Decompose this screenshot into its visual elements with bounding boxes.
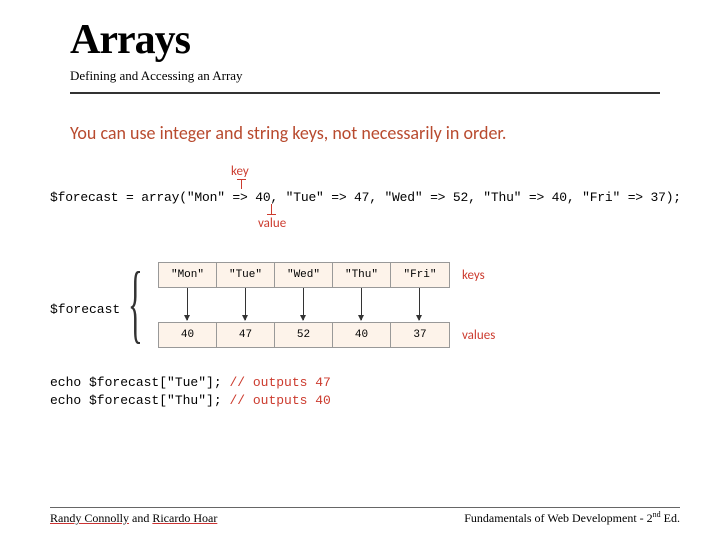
values-row: 40 47 52 40 37: [158, 322, 450, 348]
lead-text: You can use integer and string keys, not…: [70, 122, 720, 144]
arrow-icon: [361, 288, 362, 320]
value-tick-icon: [267, 214, 276, 215]
author-name: Randy Connolly: [50, 511, 129, 525]
value-cell: 40: [159, 323, 217, 347]
key-cell: "Wed": [275, 263, 333, 287]
book-title-b: Ed.: [661, 511, 680, 525]
keys-row: "Mon" "Tue" "Wed" "Thu" "Fri": [158, 262, 450, 288]
code-assignment: $forecast = array("Mon" => 40, "Tue" => …: [50, 190, 681, 205]
key-cell: "Thu": [333, 263, 391, 287]
value-tick-icon: [271, 204, 272, 214]
footer-authors: Randy Connolly and Ricardo Hoar: [50, 511, 217, 526]
footer-book: Fundamentals of Web Development - 2nd Ed…: [464, 510, 680, 526]
value-cell: 47: [217, 323, 275, 347]
array-visualization: $forecast { "Mon" "Tue" "Wed" "Thu" "Fri…: [50, 260, 650, 360]
arrow-icon: [303, 288, 304, 320]
echo-comment: // outputs 47: [229, 375, 330, 390]
page-title: Arrays: [70, 16, 720, 64]
key-cell: "Mon": [159, 263, 217, 287]
echo-code: echo $forecast["Tue"];: [50, 375, 229, 390]
slide: Arrays Defining and Accessing an Array Y…: [0, 0, 720, 540]
author-separator: and: [129, 511, 152, 525]
page-subtitle: Defining and Accessing an Array: [70, 68, 720, 84]
key-tick-icon: [241, 179, 242, 189]
variable-label: $forecast: [50, 302, 120, 317]
echo-code-block: echo $forecast["Tue"]; // outputs 47 ech…: [50, 374, 331, 410]
arrow-icon: [187, 288, 188, 320]
key-cell: "Fri": [391, 263, 449, 287]
footer-rule: [50, 507, 680, 508]
header-rule: [70, 92, 660, 94]
value-cell: 40: [333, 323, 391, 347]
book-edition-sup: nd: [653, 510, 661, 519]
value-cell: 37: [391, 323, 449, 347]
key-annotation: key: [231, 164, 249, 179]
brace-icon: {: [128, 260, 143, 348]
values-annotation: values: [462, 328, 495, 343]
value-annotation: value: [258, 216, 286, 231]
book-title-a: Fundamentals of Web Development - 2: [464, 511, 652, 525]
echo-line: echo $forecast["Tue"]; // outputs 47: [50, 374, 331, 392]
author-name: Ricardo Hoar: [152, 511, 217, 525]
arrow-icon: [419, 288, 420, 320]
footer: Randy Connolly and Ricardo Hoar Fundamen…: [0, 510, 720, 526]
echo-line: echo $forecast["Thu"]; // outputs 40: [50, 392, 331, 410]
key-cell: "Tue": [217, 263, 275, 287]
value-cell: 52: [275, 323, 333, 347]
echo-code: echo $forecast["Thu"];: [50, 393, 229, 408]
arrow-icon: [245, 288, 246, 320]
keys-annotation: keys: [462, 268, 485, 283]
header: Arrays Defining and Accessing an Array: [0, 16, 720, 84]
echo-comment: // outputs 40: [229, 393, 330, 408]
